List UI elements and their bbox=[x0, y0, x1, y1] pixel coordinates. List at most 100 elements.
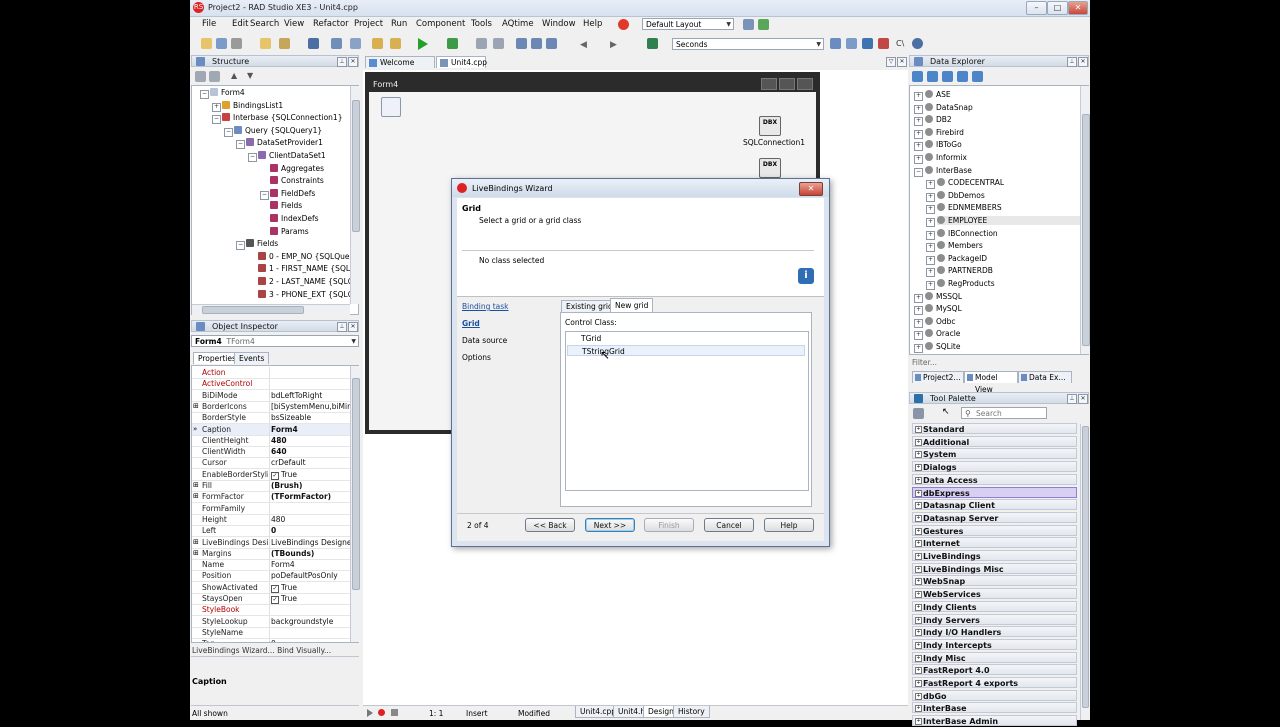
structure-item[interactable]: FieldDefs bbox=[270, 188, 315, 198]
step-over-icon[interactable] bbox=[531, 38, 542, 49]
property-row[interactable]: Position poDefaultPosOnly bbox=[192, 570, 350, 583]
wizard-close-button[interactable]: ✕ bbox=[799, 182, 823, 196]
structure-item[interactable]: Fields bbox=[270, 201, 302, 210]
palette-category[interactable]: + Data Access bbox=[912, 473, 1077, 485]
menu-refactor[interactable]: Refactor bbox=[313, 19, 349, 29]
editor-close-icon[interactable]: ✕ bbox=[897, 57, 907, 67]
palette-category[interactable]: + Dialogs bbox=[912, 461, 1077, 473]
property-value[interactable]: poDefaultPosOnly bbox=[271, 570, 350, 581]
pin-icon[interactable]: ⊥ bbox=[1067, 57, 1077, 67]
property-row[interactable]: FormFamily bbox=[192, 502, 350, 515]
forward-arrow-icon[interactable]: ▶ bbox=[610, 40, 617, 50]
expand-toggle[interactable]: − bbox=[236, 140, 245, 150]
structure-item[interactable]: Params bbox=[270, 226, 309, 236]
close-panel-icon[interactable]: ✕ bbox=[348, 322, 358, 332]
run-without-debug-icon[interactable] bbox=[447, 38, 458, 49]
property-value[interactable]: Form4 bbox=[271, 559, 350, 570]
menu-search[interactable]: Search bbox=[250, 19, 279, 29]
property-row[interactable]: Name Form4 bbox=[192, 559, 350, 572]
expand-toggle[interactable]: + bbox=[926, 218, 935, 227]
wizard-step-binding-task[interactable]: Binding task bbox=[462, 302, 509, 311]
cancel-button[interactable]: Cancel bbox=[704, 518, 754, 532]
dbx-query-component-icon[interactable]: DBX bbox=[759, 158, 781, 178]
palette-category[interactable]: + Indy Servers bbox=[912, 613, 1077, 625]
checkbox[interactable]: ✓ bbox=[271, 584, 279, 593]
palette-category[interactable]: + WebSnap bbox=[912, 575, 1077, 587]
record-icon[interactable] bbox=[618, 19, 629, 30]
property-value[interactable]: 0 bbox=[271, 525, 350, 536]
back-arrow-icon[interactable]: ◀ bbox=[580, 40, 587, 50]
coverage-icon[interactable] bbox=[878, 38, 889, 49]
property-value[interactable]: (TBounds) bbox=[271, 548, 350, 559]
expand-toggle[interactable]: − bbox=[236, 241, 245, 251]
property-value[interactable]: 0 bbox=[271, 638, 350, 642]
data-explorer-item[interactable]: MySQL bbox=[925, 304, 962, 313]
deploy-icon[interactable] bbox=[647, 38, 658, 49]
help-icon[interactable] bbox=[912, 38, 923, 49]
expand-toggle[interactable]: + bbox=[914, 306, 923, 316]
stop-icon[interactable] bbox=[493, 38, 504, 49]
data-explorer-scrollbar[interactable] bbox=[1080, 86, 1090, 354]
record-macro-icon[interactable] bbox=[378, 709, 385, 716]
expand-toggle[interactable]: + bbox=[926, 255, 935, 265]
data-explorer-item[interactable]: PackageID bbox=[937, 253, 987, 263]
data-explorer-item[interactable]: Members bbox=[937, 241, 983, 250]
menu-run[interactable]: Run bbox=[391, 19, 407, 29]
property-row[interactable]: ShowActivated ✓ True bbox=[192, 581, 350, 594]
close-panel-icon[interactable]: ✕ bbox=[1078, 394, 1088, 404]
save-layout-icon[interactable] bbox=[743, 19, 754, 30]
property-row[interactable]: » Caption Form4 bbox=[192, 423, 350, 436]
structure-item[interactable]: 0 - EMP_NO {SQLQuery bbox=[258, 251, 357, 261]
structure-item[interactable]: Aggregates bbox=[270, 163, 324, 173]
menu-file[interactable]: File bbox=[202, 19, 216, 29]
expand-toggle[interactable]: + bbox=[914, 129, 923, 139]
data-explorer-item[interactable]: Odbc bbox=[925, 316, 956, 326]
property-value[interactable]: ✓ True bbox=[271, 593, 350, 604]
dbx-component-icon[interactable]: DBX bbox=[759, 116, 781, 136]
wizard-step-grid[interactable]: Grid bbox=[462, 319, 480, 328]
property-value[interactable]: ✓ True bbox=[271, 582, 350, 593]
data-explorer-item[interactable]: DbDemos bbox=[937, 190, 985, 200]
expand-toggle[interactable]: + bbox=[926, 205, 935, 215]
property-row[interactable]: ActiveControl bbox=[192, 378, 350, 391]
property-row[interactable]: ⊞ FormFactor (TFormFactor) bbox=[192, 491, 350, 504]
modify-connection-icon[interactable] bbox=[942, 71, 953, 82]
palette-search-input[interactable]: ⚲ Search bbox=[961, 407, 1047, 419]
data-explorer-item[interactable]: EDNMEMBERS bbox=[937, 203, 1002, 212]
close-panel-icon[interactable]: ✕ bbox=[1078, 57, 1088, 67]
run-icon[interactable] bbox=[418, 38, 428, 50]
delete-connection-icon[interactable] bbox=[957, 71, 968, 82]
maximize-button[interactable]: □ bbox=[1047, 1, 1068, 15]
open-project-icon[interactable] bbox=[231, 38, 242, 49]
property-row[interactable]: ClientHeight 480 bbox=[192, 434, 350, 447]
structure-item[interactable]: ClientDataSet1 bbox=[258, 151, 326, 160]
palette-category[interactable]: + Datasnap Client bbox=[912, 499, 1077, 511]
expand-toggle[interactable]: + bbox=[926, 281, 935, 290]
palette-category[interactable]: + Additional bbox=[912, 435, 1077, 447]
cursor-icon[interactable]: ↖ bbox=[942, 407, 950, 417]
structure-item[interactable]: Interbase {SQLConnection1} bbox=[222, 113, 342, 122]
palette-category[interactable]: + Indy I/O Handlers bbox=[912, 626, 1077, 638]
data-explorer-filter[interactable]: Filter... bbox=[912, 358, 937, 367]
menu-view[interactable]: View bbox=[284, 19, 304, 29]
palette-category[interactable]: + Standard bbox=[912, 423, 1077, 434]
data-explorer-tab[interactable]: Data Ex... bbox=[1018, 371, 1072, 383]
menu-component[interactable]: Component bbox=[416, 19, 465, 29]
data-explorer-item[interactable]: Informix bbox=[925, 153, 967, 162]
property-row[interactable]: ⊞LiveBindings DesignerLiveBindings Desig… bbox=[192, 536, 350, 549]
pin-icon[interactable]: ⊥ bbox=[337, 322, 347, 332]
menu-edit[interactable]: Edit bbox=[232, 19, 248, 29]
property-value[interactable]: [biSystemMenu,biMinim bbox=[271, 401, 350, 412]
bottom-tab-history[interactable]: History bbox=[673, 706, 710, 718]
menu-aqtime[interactable]: AQtime bbox=[502, 19, 534, 29]
set-layout-icon[interactable] bbox=[758, 19, 769, 30]
menu-help[interactable]: Help bbox=[583, 19, 602, 29]
open-icon[interactable] bbox=[260, 38, 271, 49]
data-explorer-item[interactable]: DataSnap bbox=[925, 102, 973, 112]
data-explorer-tab[interactable]: Project2... bbox=[912, 371, 964, 383]
structure-item[interactable]: DataSetProvider1 bbox=[246, 138, 323, 147]
checkbox[interactable]: ✓ bbox=[271, 596, 279, 604]
expand-toggle[interactable]: + bbox=[914, 104, 923, 114]
save-all-icon[interactable] bbox=[331, 38, 342, 49]
seconds-combo[interactable]: Seconds ▼ bbox=[672, 38, 824, 50]
